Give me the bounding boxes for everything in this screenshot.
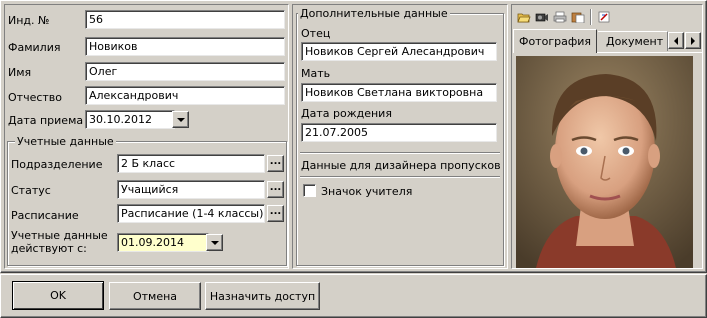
teacher-badge-label: Значок учителя	[321, 185, 413, 198]
first-name-label: Имя	[8, 66, 32, 79]
last-name-label: Фамилия	[8, 41, 61, 54]
open-folder-icon[interactable]	[517, 11, 531, 23]
teacher-badge-checkbox[interactable]	[303, 184, 316, 197]
cancel-button-label: Отмена	[132, 289, 178, 303]
tab-scroll-left-button[interactable]	[668, 32, 684, 49]
status-label: Статус	[11, 184, 51, 197]
student-photo	[516, 56, 693, 268]
edit-image-icon[interactable]	[598, 11, 612, 23]
valid-from-label-line1: Учетные данные	[11, 229, 108, 242]
schedule-input[interactable]: Расписание (1-4 классы)	[117, 204, 265, 223]
mother-input[interactable]: Новиков Светлана викторовна	[301, 83, 497, 102]
hire-date-input[interactable]: 30.10.2012	[85, 110, 175, 129]
schedule-browse-button[interactable]: ...	[267, 205, 284, 222]
tab-document[interactable]: Документ	[598, 31, 668, 51]
chevron-down-icon	[210, 240, 219, 245]
toolbar-separator	[590, 9, 592, 25]
mother-label: Мать	[301, 67, 331, 80]
account-group-title: Учетные данные	[15, 135, 116, 148]
tab-photo-label: Фотография	[518, 35, 591, 48]
middle-name-label: Отчество	[8, 91, 63, 104]
footer-panel	[0, 274, 707, 318]
chevron-down-icon	[176, 117, 185, 122]
last-name-input[interactable]: Новиков	[85, 37, 285, 56]
first-name-input[interactable]: Олег	[85, 62, 285, 81]
status-input[interactable]: Учащийся	[117, 180, 265, 199]
ok-button[interactable]: OK	[12, 281, 104, 310]
tab-photo[interactable]: Фотография	[513, 29, 597, 53]
additional-group-title: Дополнительные данные	[298, 7, 450, 20]
assign-access-button-label: Назначить доступ	[209, 289, 316, 303]
father-label: Отец	[301, 27, 331, 40]
department-input[interactable]: 2 Б класс	[117, 154, 265, 173]
tab-document-label: Документ	[606, 35, 664, 48]
assign-access-button[interactable]: Назначить доступ	[205, 282, 320, 310]
cancel-button[interactable]: Отмена	[109, 282, 201, 310]
id-input[interactable]: 56	[85, 10, 285, 29]
chevron-left-icon	[674, 36, 678, 45]
schedule-label: Расписание	[11, 209, 79, 222]
hire-date-label: Дата приема	[8, 114, 84, 127]
designer-data-label: Данные для дизайнера пропусков	[301, 159, 501, 172]
designer-separator-bottom	[300, 176, 500, 178]
paste-icon[interactable]	[571, 11, 585, 23]
valid-from-dropdown-button[interactable]	[206, 234, 223, 251]
print-icon[interactable]	[553, 11, 567, 23]
id-label: Инд. №	[8, 14, 50, 27]
birth-date-input[interactable]: 21.07.2005	[301, 123, 497, 142]
camera-icon[interactable]	[535, 11, 549, 23]
status-browse-button[interactable]: ...	[267, 181, 284, 198]
father-input[interactable]: Новиков Сергей Алесандрович	[301, 42, 497, 61]
chevron-right-icon	[691, 36, 695, 45]
department-browse-button[interactable]: ...	[267, 155, 284, 172]
birth-date-label: Дата рождения	[301, 107, 392, 120]
middle-name-input[interactable]: Александрович	[85, 86, 285, 105]
department-label: Подразделение	[11, 158, 103, 171]
hire-date-dropdown-button[interactable]	[172, 111, 189, 128]
valid-from-input[interactable]: 01.09.2014	[117, 233, 209, 252]
portrait-image	[516, 56, 693, 268]
valid-from-label-line2: действуют с:	[11, 242, 87, 255]
designer-separator	[300, 152, 500, 154]
tab-scroll-right-button[interactable]	[685, 32, 701, 49]
ok-button-label: OK	[50, 289, 66, 302]
